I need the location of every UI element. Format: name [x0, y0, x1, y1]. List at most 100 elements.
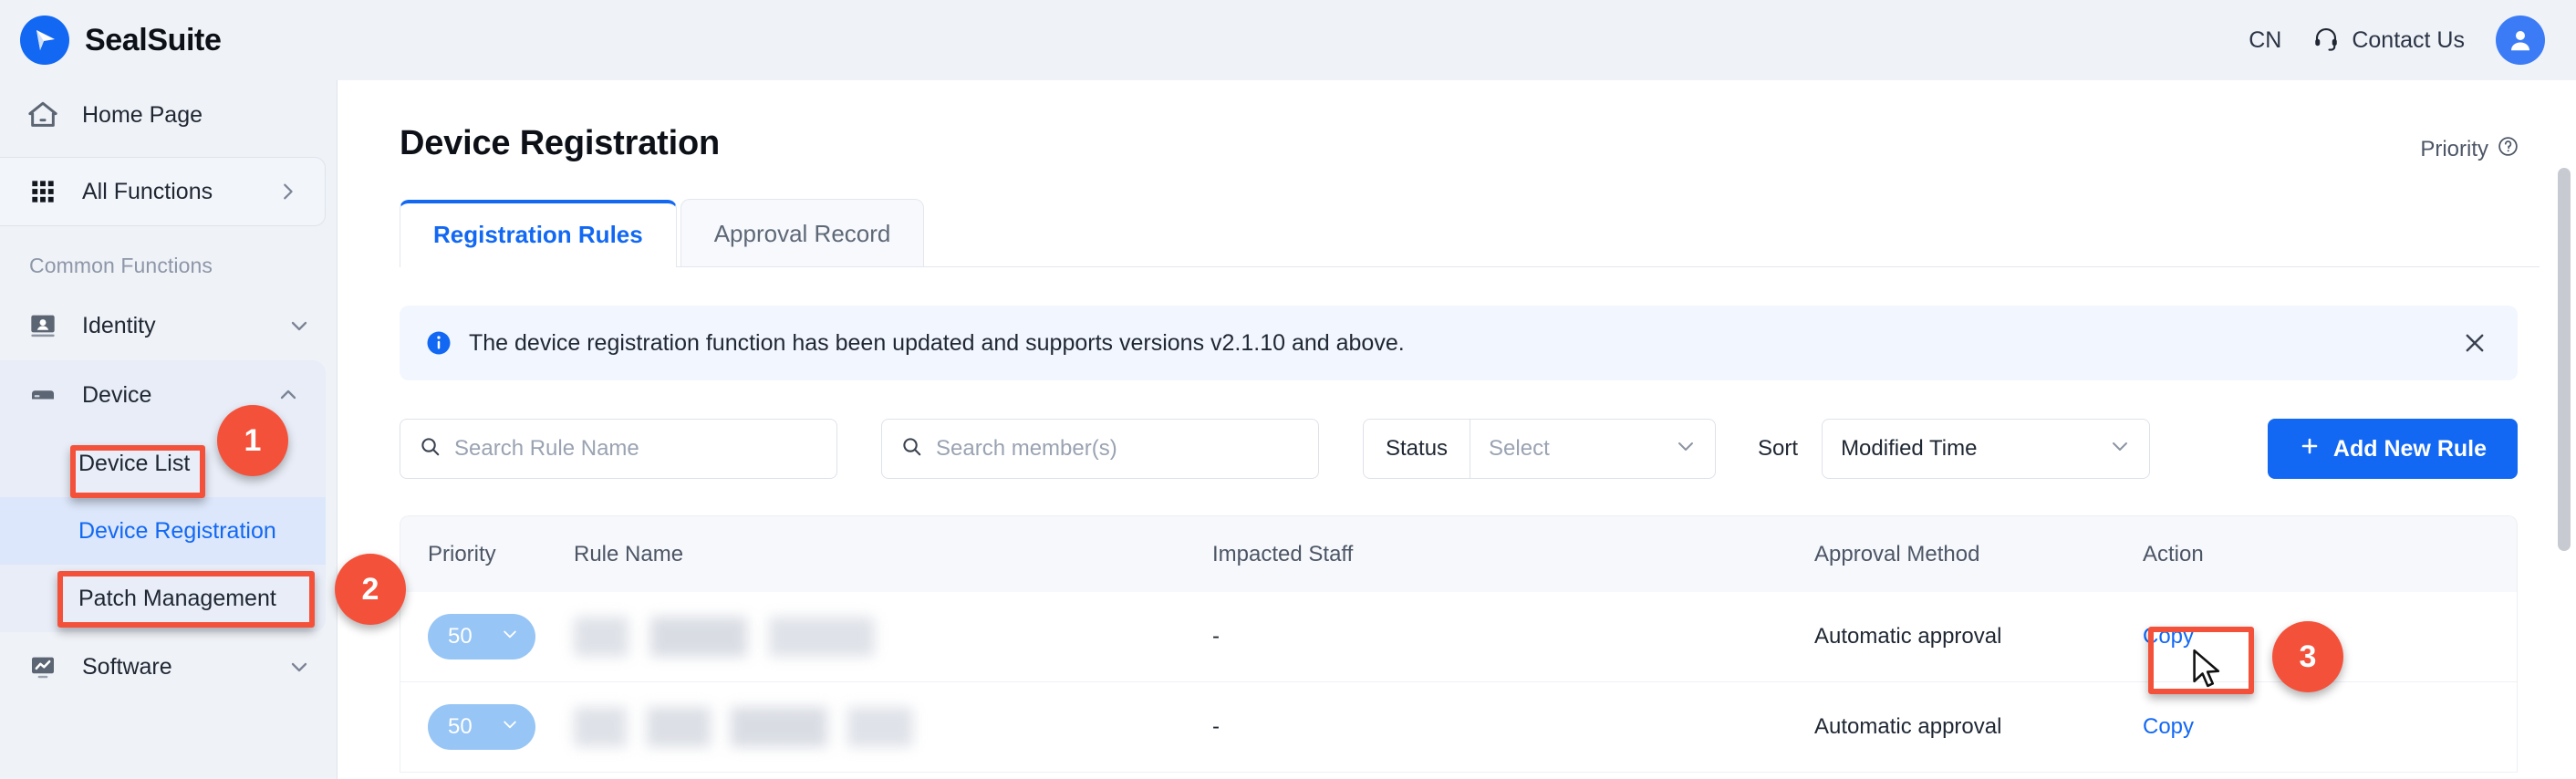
rule-name-cell: [574, 617, 1212, 657]
brand[interactable]: SealSuite: [20, 16, 222, 65]
column-header-rule-name: Rule Name: [574, 541, 684, 566]
grid-icon: [26, 174, 60, 209]
approval-method-cell: Automatic approval: [1814, 624, 2002, 649]
sidebar-item-all-functions[interactable]: All Functions: [0, 157, 326, 226]
home-icon: [26, 98, 60, 132]
top-bar: SealSuite CN Contact Us: [0, 0, 2576, 80]
brand-name: SealSuite: [85, 22, 222, 57]
sidebar-section-label: Common Functions: [29, 254, 213, 277]
sidebar-group-device: Device Device List Device Registration P…: [0, 360, 326, 632]
sort-select[interactable]: Modified Time: [1822, 419, 2151, 479]
search-member-input[interactable]: [936, 436, 1300, 462]
page-title: Device Registration: [400, 124, 720, 162]
tab-approval-record[interactable]: Approval Record: [680, 199, 925, 266]
user-avatar[interactable]: [2496, 16, 2545, 65]
add-new-rule-button[interactable]: Add New Rule: [2267, 419, 2518, 479]
sidebar-item-patch-management-label: Patch Management: [78, 585, 276, 611]
copy-link[interactable]: Copy: [2143, 624, 2194, 649]
sidebar-item-identity-label: Identity: [82, 312, 156, 338]
column-header-impacted-staff: Impacted Staff: [1212, 541, 1354, 566]
tab-bar: Registration Rules Approval Record: [400, 199, 2540, 267]
info-icon: [425, 329, 452, 357]
page-body: Home Page All Functions Common Functions: [0, 80, 2576, 779]
impacted-staff-cell: -: [1212, 624, 1220, 649]
priority-hint-label: Priority: [2420, 137, 2488, 161]
chevron-down-icon: [501, 714, 519, 740]
approval-method-cell: Automatic approval: [1814, 714, 2002, 739]
table-header-row: Priority Rule Name Impacted Staff Approv…: [400, 515, 2518, 592]
sidebar-item-device[interactable]: Device: [0, 360, 326, 430]
sort-label: Sort: [1758, 436, 1799, 461]
impacted-staff-cell: -: [1212, 714, 1220, 739]
sidebar-item-home-page[interactable]: Home Page: [0, 80, 337, 150]
sidebar-item-patch-management[interactable]: Patch Management: [0, 565, 326, 632]
chevron-down-icon: [501, 624, 519, 649]
redacted-rule-name: [574, 707, 913, 747]
sort-select-value: Modified Time: [1841, 436, 1978, 461]
priority-pill[interactable]: 50: [428, 614, 535, 660]
main-panel: Device Registration Priority Registratio…: [338, 80, 2576, 779]
table-row: 50 - Automatic approval Copy: [400, 592, 2518, 682]
sidebar-item-device-registration-label: Device Registration: [78, 517, 276, 544]
sidebar-item-device-list[interactable]: Device List: [0, 430, 326, 497]
search-icon: [419, 435, 441, 462]
action-cell: Copy: [2143, 624, 2517, 649]
column-header-action: Action: [2143, 541, 2204, 566]
vertical-scrollbar[interactable]: [2558, 168, 2571, 779]
search-icon: [900, 435, 923, 462]
priority-pill-value: 50: [448, 714, 473, 739]
chevron-down-icon: [2109, 435, 2131, 463]
sidebar-item-identity[interactable]: Identity: [0, 291, 337, 360]
search-rule-name-input[interactable]: [454, 436, 818, 462]
add-new-rule-label: Add New Rule: [2332, 435, 2487, 462]
chevron-right-icon: [275, 180, 299, 203]
main-content: Device Registration Priority Registratio…: [338, 80, 2576, 779]
software-icon: [26, 649, 60, 684]
help-circle-icon: [2497, 135, 2519, 164]
sidebar-item-home-page-label: Home Page: [82, 101, 203, 128]
copy-link[interactable]: Copy: [2143, 714, 2194, 739]
identity-icon: [26, 308, 60, 343]
column-header-approval-method: Approval Method: [1814, 541, 1980, 566]
contact-us-label: Contact Us: [2352, 26, 2465, 53]
rule-name-cell: [574, 707, 1212, 747]
sidebar-item-software[interactable]: Software: [0, 632, 337, 701]
sidebar-item-device-label: Device: [82, 381, 152, 408]
close-icon[interactable]: [2459, 327, 2490, 358]
sidebar: Home Page All Functions Common Functions: [0, 80, 338, 779]
sidebar-item-device-registration[interactable]: Device Registration: [0, 497, 326, 565]
page-header: Device Registration Priority: [400, 80, 2540, 164]
plus-icon: [2299, 435, 2321, 463]
rules-table: Priority Rule Name Impacted Staff Approv…: [400, 515, 2518, 773]
priority-hint[interactable]: Priority: [2420, 135, 2519, 164]
sidebar-item-device-list-label: Device List: [78, 450, 191, 476]
table-row: 50 - Automatic approval Copy: [400, 682, 2518, 773]
app-root: SealSuite CN Contact Us Home Page All Fu…: [0, 0, 2576, 779]
device-icon: [26, 378, 60, 412]
chevron-down-icon: [1675, 435, 1697, 463]
rule-name-search[interactable]: [400, 419, 837, 479]
topbar-actions: CN Contact Us: [2249, 16, 2545, 65]
member-search[interactable]: [881, 419, 1319, 479]
contact-us-button[interactable]: Contact Us: [2312, 25, 2465, 57]
language-toggle[interactable]: CN: [2249, 27, 2281, 54]
sealsuite-logo-icon: [20, 16, 69, 65]
action-cell: Copy: [2143, 714, 2517, 740]
priority-pill-value: 50: [448, 624, 473, 649]
scrollbar-thumb[interactable]: [2558, 168, 2571, 551]
tab-registration-rules[interactable]: Registration Rules: [400, 200, 677, 267]
chevron-down-icon: [287, 655, 311, 679]
chevron-up-icon: [276, 383, 300, 407]
status-filter: Status Select: [1363, 419, 1717, 479]
info-banner-text: The device registration function has bee…: [469, 329, 1405, 356]
priority-pill[interactable]: 50: [428, 704, 535, 750]
filter-toolbar: Status Select Sort Modified Time: [400, 419, 2518, 479]
chevron-down-icon: [287, 314, 311, 338]
info-banner: The device registration function has bee…: [400, 306, 2518, 380]
status-filter-select[interactable]: Select: [1470, 420, 1715, 478]
headset-icon: [2312, 25, 2340, 57]
sidebar-item-software-label: Software: [82, 653, 172, 680]
redacted-rule-name: [574, 617, 875, 657]
status-filter-label: Status: [1364, 420, 1471, 478]
status-filter-value: Select: [1489, 436, 1550, 461]
